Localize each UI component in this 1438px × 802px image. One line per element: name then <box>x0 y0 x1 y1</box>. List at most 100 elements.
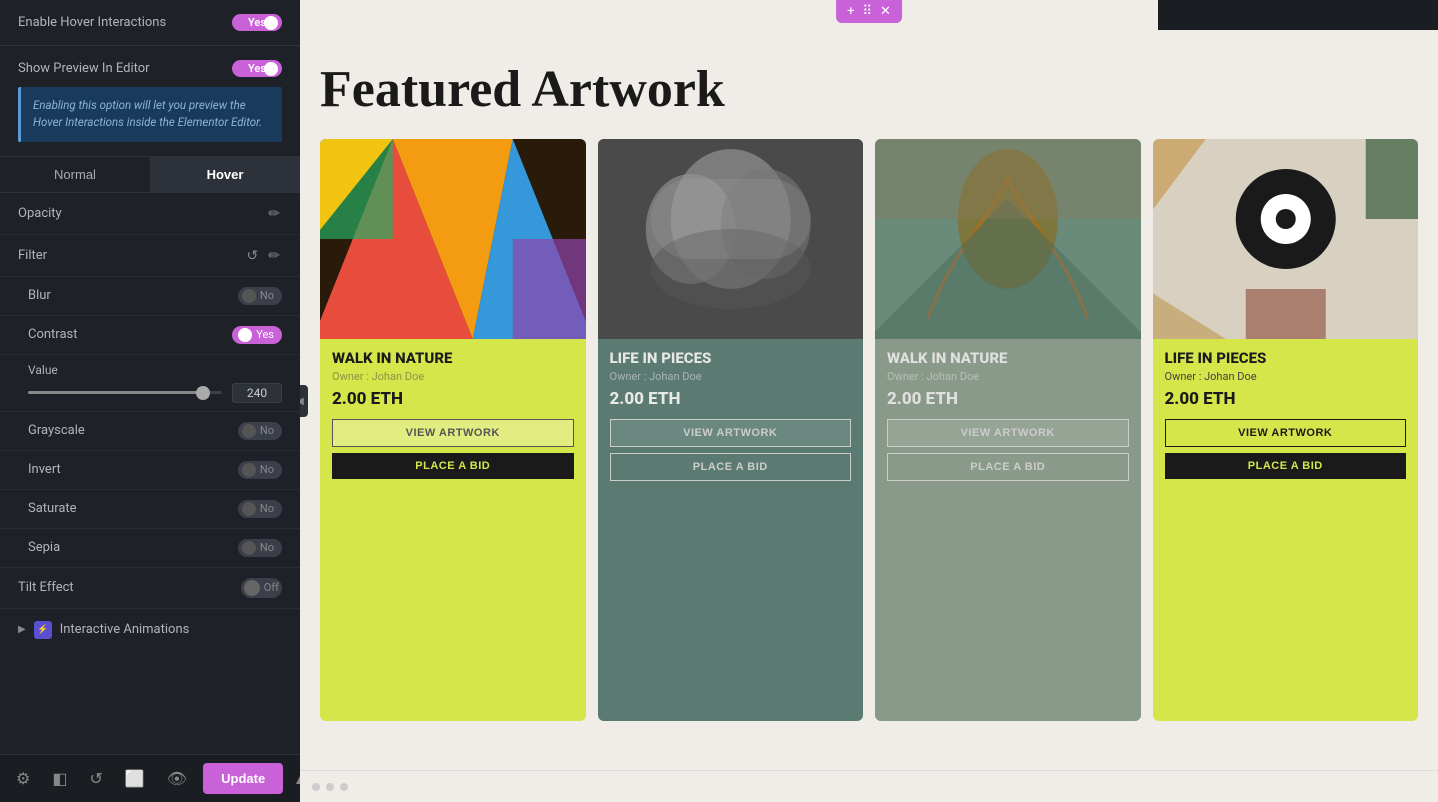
hover-interactions-row: Enable Hover Interactions Yes <box>18 14 282 31</box>
saturate-label: Saturate <box>28 501 77 516</box>
place-bid-btn-4[interactable]: PLACE A BID <box>1165 453 1407 479</box>
settings-icon[interactable]: ⚙ <box>10 763 36 794</box>
move-icon[interactable]: ⠿ <box>859 4 875 19</box>
card-body-2: LIFE IN PIECES Owner : Johan Doe 2.00 ET… <box>598 339 864 721</box>
slider-thumb[interactable] <box>196 386 210 400</box>
blur-toggle[interactable]: No <box>238 287 282 305</box>
tab-normal[interactable]: Normal <box>0 157 150 192</box>
top-bar: + ⠿ ✕ <box>300 0 1438 30</box>
tilt-dot <box>244 580 260 596</box>
left-panel: Enable Hover Interactions Yes Show Previ… <box>0 0 300 802</box>
artwork-card-1: WALK IN NATURE Owner : Johan Doe 2.00 ET… <box>320 139 586 721</box>
card-owner-1: Owner : Johan Doe <box>332 370 574 383</box>
slider-fill <box>28 391 203 394</box>
view-artwork-btn-2[interactable]: VIEW ARTWORK <box>610 419 852 447</box>
contrast-label: Contrast <box>28 327 78 342</box>
place-bid-btn-1[interactable]: PLACE A BID <box>332 453 574 479</box>
grayscale-row: Grayscale No <box>0 412 300 451</box>
card-actions-3: VIEW ARTWORK PLACE A BID <box>887 419 1129 481</box>
filter-edit-icon[interactable]: ✏ <box>266 245 282 266</box>
hover-interactions-toggle[interactable]: Yes <box>232 14 282 31</box>
top-bar-right-panel <box>1158 0 1438 30</box>
value-slider-row: Value 240 <box>0 355 300 412</box>
info-text: Enabling this option will let you previe… <box>33 97 270 132</box>
hover-interactions-section: Enable Hover Interactions Yes <box>0 0 300 46</box>
opacity-controls: ✏ <box>266 203 282 224</box>
blur-row: Blur No <box>0 277 300 316</box>
saturate-row: Saturate No <box>0 490 300 529</box>
tilt-value: Off <box>264 581 279 594</box>
status-dot-2 <box>326 783 334 791</box>
card-owner-4: Owner : Johan Doe <box>1165 370 1407 383</box>
add-icon[interactable]: + <box>844 4 857 19</box>
card-title-1: WALK IN NATURE <box>332 349 574 367</box>
slider-track[interactable] <box>28 391 222 394</box>
show-preview-row: Show Preview In Editor Yes <box>18 60 282 77</box>
bottom-toolbar: ⚙ ◧ ↺ ⬜ 👁 Update ▲ <box>0 754 300 802</box>
grayscale-toggle[interactable]: No <box>238 422 282 440</box>
card-price-2: 2.00 ETH <box>610 389 852 409</box>
value-label: Value <box>28 363 282 377</box>
card-price-1: 2.00 ETH <box>332 389 574 409</box>
slider-value[interactable]: 240 <box>232 383 282 403</box>
place-bid-btn-2[interactable]: PLACE A BID <box>610 453 852 481</box>
contrast-dot <box>238 328 252 342</box>
artwork-card-4: LIFE IN PIECES Owner : Johan Doe 2.00 ET… <box>1153 139 1419 721</box>
opacity-row: Opacity ✏ <box>0 193 300 235</box>
chevron-up-icon[interactable]: ▲ <box>293 771 300 787</box>
show-preview-section: Show Preview In Editor Yes Enabling this… <box>0 46 300 157</box>
artwork-image-3 <box>875 139 1141 339</box>
invert-label: Invert <box>28 462 61 477</box>
blur-label: Blur <box>28 288 51 303</box>
tilt-effect-row: Tilt Effect Off <box>0 568 300 609</box>
card-actions-1: VIEW ARTWORK PLACE A BID <box>332 419 574 479</box>
cards-grid: WALK IN NATURE Owner : Johan Doe 2.00 ET… <box>320 139 1418 721</box>
update-button[interactable]: Update <box>203 763 283 794</box>
opacity-label: Opacity <box>18 206 62 221</box>
place-bid-btn-3[interactable]: PLACE A BID <box>887 453 1129 481</box>
featured-section: Featured Artwork W <box>300 30 1438 762</box>
saturate-toggle[interactable]: No <box>238 500 282 518</box>
layers-icon[interactable]: ◧ <box>46 763 73 794</box>
opacity-edit-icon[interactable]: ✏ <box>266 203 282 224</box>
card-owner-2: Owner : Johan Doe <box>610 370 852 383</box>
sepia-toggle[interactable]: No <box>238 539 282 557</box>
card-price-4: 2.00 ETH <box>1165 389 1407 409</box>
invert-value: No <box>260 463 274 476</box>
card-price-3: 2.00 ETH <box>887 389 1129 409</box>
filter-controls: ↺ ✏ <box>245 245 282 266</box>
tab-row: Normal Hover <box>0 157 300 193</box>
artwork-image-4 <box>1153 139 1419 339</box>
card-title-3: WALK IN NATURE <box>887 349 1129 367</box>
invert-toggle[interactable]: No <box>238 461 282 479</box>
contrast-toggle[interactable]: Yes <box>232 326 282 344</box>
grayscale-value: No <box>260 424 274 437</box>
view-artwork-btn-1[interactable]: VIEW ARTWORK <box>332 419 574 447</box>
show-preview-toggle[interactable]: Yes <box>232 60 282 77</box>
artwork-card-2: LIFE IN PIECES Owner : Johan Doe 2.00 ET… <box>598 139 864 721</box>
slider-container: 240 <box>28 383 282 403</box>
status-dot-3 <box>340 783 348 791</box>
responsive-icon[interactable]: ⬜ <box>119 763 151 794</box>
grayscale-label: Grayscale <box>28 423 85 438</box>
filter-reset-icon[interactable]: ↺ <box>245 245 261 266</box>
grayscale-dot <box>242 424 256 438</box>
tab-hover[interactable]: Hover <box>150 157 300 192</box>
preview-icon[interactable]: 👁 <box>161 763 193 794</box>
close-icon[interactable]: ✕ <box>877 4 894 19</box>
contrast-value: Yes <box>256 328 274 341</box>
interactive-animations-row[interactable]: ▶ ⚡ Interactive Animations <box>0 609 300 651</box>
status-dot-1 <box>312 783 320 791</box>
history-icon[interactable]: ↺ <box>83 763 108 794</box>
status-bar <box>300 770 1438 802</box>
tilt-toggle[interactable]: Off <box>241 578 282 598</box>
expand-icon: ▶ <box>18 624 26 635</box>
tilt-label: Tilt Effect <box>18 580 74 595</box>
view-artwork-btn-3[interactable]: VIEW ARTWORK <box>887 419 1129 447</box>
info-box: Enabling this option will let you previe… <box>18 87 282 142</box>
card-actions-2: VIEW ARTWORK PLACE A BID <box>610 419 852 481</box>
artwork-image-2 <box>598 139 864 339</box>
view-artwork-btn-4[interactable]: VIEW ARTWORK <box>1165 419 1407 447</box>
interactive-animations-label: Interactive Animations <box>60 622 190 637</box>
contrast-row: Contrast Yes <box>0 316 300 355</box>
